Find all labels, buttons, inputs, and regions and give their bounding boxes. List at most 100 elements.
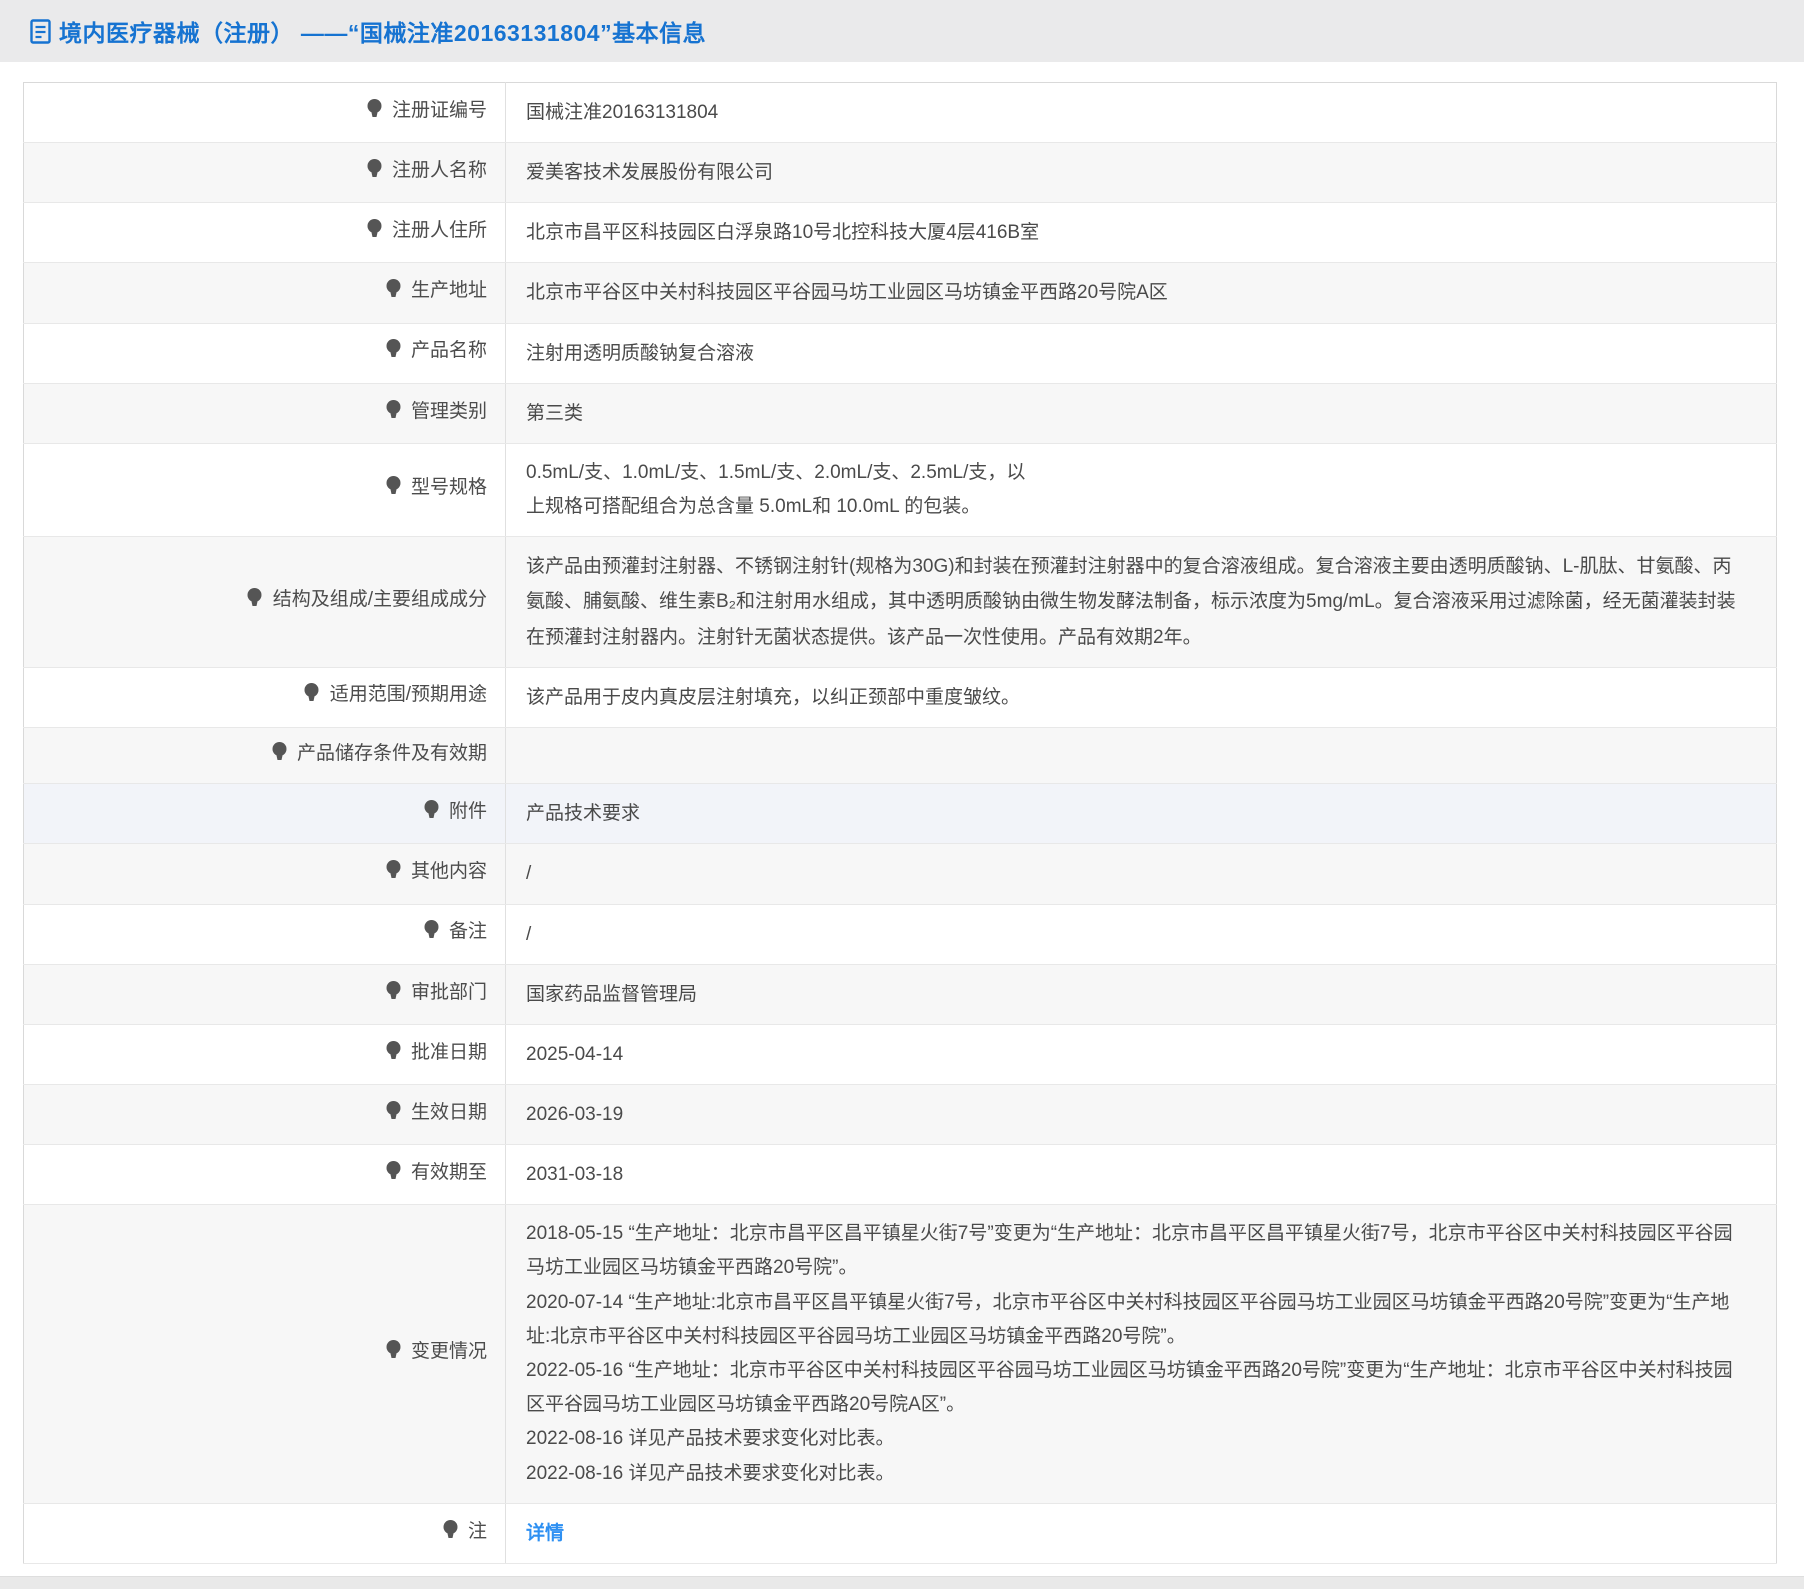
value-line: 2018-05-15 “生产地址：北京市昌平区昌平镇星火街7号”变更为“生产地址…	[526, 1217, 1750, 1285]
bottom-strip	[0, 1576, 1804, 1589]
row-label-cell: 生产地址	[24, 263, 506, 323]
row-label: 结构及组成/主要组成成分	[273, 589, 487, 610]
table-row: 其他内容 /	[24, 844, 1777, 904]
detail-link[interactable]: 详情	[526, 1523, 564, 1544]
row-value-cell: 第三类	[506, 383, 1777, 443]
value-line: 2020-07-14 “生产地址:北京市昌平区昌平镇星火街7号，北京市平谷区中关…	[526, 1286, 1750, 1354]
row-value-cell: 2026-03-19	[506, 1084, 1777, 1144]
row-label: 生产地址	[411, 280, 487, 301]
lightbulb-icon	[442, 1519, 459, 1550]
row-value-cell: 该产品用于皮内真皮层注射填充，以纠正颈部中重度皱纹。	[506, 667, 1777, 727]
lightbulb-icon	[303, 682, 320, 713]
row-label-cell: 备注	[24, 904, 506, 964]
row-value-cell: 国家药品监督管理局	[506, 964, 1777, 1024]
lightbulb-icon	[385, 859, 402, 890]
row-value-cell: /	[506, 844, 1777, 904]
row-label: 附件	[449, 801, 487, 822]
table-row: 生效日期 2026-03-19	[24, 1084, 1777, 1144]
row-label: 其他内容	[411, 861, 487, 882]
row-value: 该产品由预灌封注射器、不锈钢注射针(规格为30G)和封装在预灌封注射器中的复合溶…	[526, 556, 1736, 647]
row-label: 产品储存条件及有效期	[297, 743, 487, 764]
table-row: 适用范围/预期用途 该产品用于皮内真皮层注射填充，以纠正颈部中重度皱纹。	[24, 667, 1777, 727]
row-value-cell: 该产品由预灌封注射器、不锈钢注射针(规格为30G)和封装在预灌封注射器中的复合溶…	[506, 537, 1777, 667]
row-value: 国家药品监督管理局	[526, 984, 697, 1005]
row-label-cell: 管理类别	[24, 383, 506, 443]
lightbulb-icon	[246, 587, 263, 618]
row-value-cell: 注射用透明质酸钠复合溶液	[506, 323, 1777, 383]
lightbulb-icon	[385, 475, 402, 506]
row-label-cell: 产品名称	[24, 323, 506, 383]
row-label-cell: 注册人名称	[24, 143, 506, 203]
row-label: 审批部门	[411, 982, 487, 1003]
row-label-cell: 结构及组成/主要组成成分	[24, 537, 506, 667]
value-line: 2022-05-16 “生产地址：北京市平谷区中关村科技园区平谷园马坊工业园区马…	[526, 1354, 1750, 1422]
lightbulb-icon	[385, 980, 402, 1011]
value-line: 2022-08-16 详见产品技术要求变化对比表。	[526, 1422, 1750, 1456]
row-label-cell: 有效期至	[24, 1145, 506, 1205]
lightbulb-icon	[366, 158, 383, 189]
row-value: /	[526, 863, 531, 884]
row-label: 生效日期	[411, 1102, 487, 1123]
table-row: 管理类别 第三类	[24, 383, 1777, 443]
document-icon	[30, 19, 51, 44]
table-row: 生产地址 北京市平谷区中关村科技园区平谷园马坊工业园区马坊镇金平西路20号院A区	[24, 263, 1777, 323]
row-label: 有效期至	[411, 1162, 487, 1183]
row-value: 该产品用于皮内真皮层注射填充，以纠正颈部中重度皱纹。	[526, 687, 1020, 708]
row-value-cell: 北京市平谷区中关村科技园区平谷园马坊工业园区马坊镇金平西路20号院A区	[506, 263, 1777, 323]
lightbulb-icon	[385, 1100, 402, 1131]
lightbulb-icon	[366, 98, 383, 129]
table-row: 产品储存条件及有效期	[24, 727, 1777, 784]
page-header: 境内医疗器械（注册） ——“国械注准20163131804”基本信息	[0, 0, 1804, 62]
row-label-cell: 审批部门	[24, 964, 506, 1024]
value-line: 2022-08-16 详见产品技术要求变化对比表。	[526, 1457, 1750, 1491]
row-value-cell: 北京市昌平区科技园区白浮泉路10号北控科技大厦4层416B室	[506, 203, 1777, 263]
registration-info-section: 注册证编号 国械注准20163131804 注册人名称 爱美客技术发展股份有限公…	[23, 82, 1777, 1564]
row-value-cell: 2025-04-14	[506, 1024, 1777, 1084]
lightbulb-icon	[423, 799, 440, 830]
value-line: 上规格可搭配组合为总含量 5.0mL和 10.0mL 的包装。	[526, 490, 1750, 524]
table-row: 注 详情	[24, 1503, 1777, 1563]
row-label-cell: 产品储存条件及有效期	[24, 727, 506, 784]
row-label-cell: 型号规格	[24, 443, 506, 536]
row-value: 北京市平谷区中关村科技园区平谷园马坊工业园区马坊镇金平西路20号院A区	[526, 282, 1168, 303]
row-label-cell: 其他内容	[24, 844, 506, 904]
row-label-cell: 注册人住所	[24, 203, 506, 263]
row-label-cell: 变更情况	[24, 1205, 506, 1504]
row-value: 国械注准20163131804	[526, 102, 718, 123]
row-label: 注册证编号	[392, 100, 487, 121]
row-label: 注	[468, 1521, 487, 1542]
row-value-cell: 产品技术要求	[506, 784, 1777, 844]
table-row: 审批部门 国家药品监督管理局	[24, 964, 1777, 1024]
registration-info-table: 注册证编号 国械注准20163131804 注册人名称 爱美客技术发展股份有限公…	[23, 82, 1777, 1564]
row-label: 产品名称	[411, 340, 487, 361]
table-row: 结构及组成/主要组成成分 该产品由预灌封注射器、不锈钢注射针(规格为30G)和封…	[24, 537, 1777, 667]
table-row: 产品名称 注射用透明质酸钠复合溶液	[24, 323, 1777, 383]
table-row: 注册人名称 爱美客技术发展股份有限公司	[24, 143, 1777, 203]
lightbulb-icon	[385, 399, 402, 430]
row-value-cell: 爱美客技术发展股份有限公司	[506, 143, 1777, 203]
row-label: 变更情况	[411, 1341, 487, 1362]
row-label: 备注	[449, 921, 487, 942]
table-row: 附件 产品技术要求	[24, 784, 1777, 844]
row-value: 第三类	[526, 403, 583, 424]
row-value: /	[526, 924, 531, 945]
lightbulb-icon	[423, 919, 440, 950]
row-label-cell: 附件	[24, 784, 506, 844]
lightbulb-icon	[385, 1339, 402, 1370]
table-row: 注册人住所 北京市昌平区科技园区白浮泉路10号北控科技大厦4层416B室	[24, 203, 1777, 263]
lightbulb-icon	[385, 278, 402, 309]
row-label: 注册人住所	[392, 220, 487, 241]
row-label-cell: 注册证编号	[24, 83, 506, 143]
row-value: 2026-03-19	[526, 1104, 623, 1125]
lightbulb-icon	[385, 1160, 402, 1191]
row-value: 注射用透明质酸钠复合溶液	[526, 343, 754, 364]
lightbulb-icon	[366, 218, 383, 249]
lightbulb-icon	[385, 1040, 402, 1071]
row-label-cell: 批准日期	[24, 1024, 506, 1084]
row-label: 管理类别	[411, 401, 487, 422]
row-label: 注册人名称	[392, 160, 487, 181]
row-value: 2025-04-14	[526, 1044, 623, 1065]
table-row: 备注 /	[24, 904, 1777, 964]
row-value-cell	[506, 727, 1777, 784]
row-value-cell: 国械注准20163131804	[506, 83, 1777, 143]
